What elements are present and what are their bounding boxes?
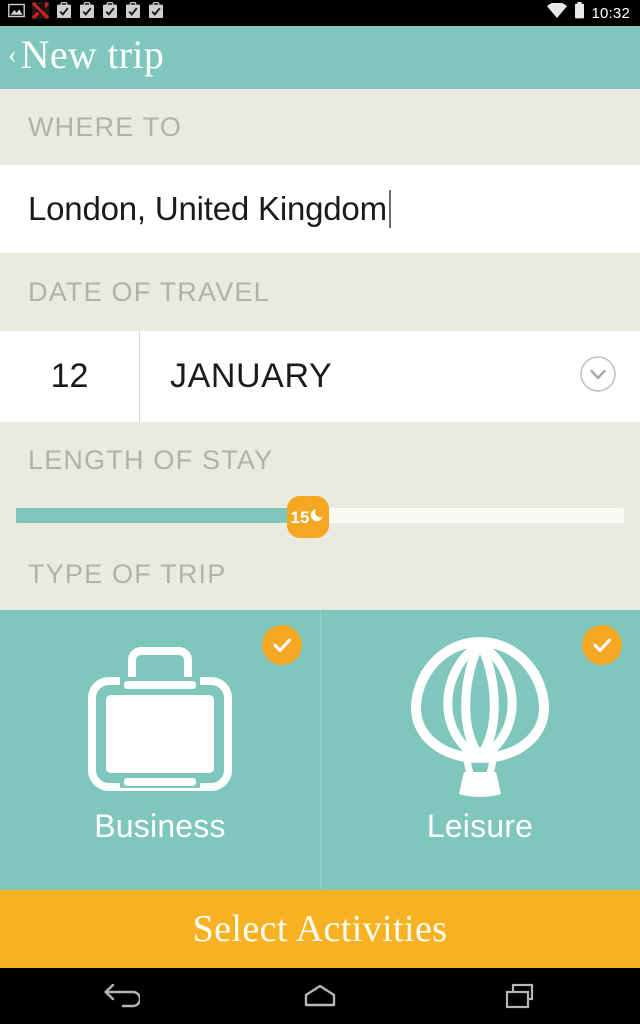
hot-air-balloon-icon xyxy=(400,632,560,802)
date-of-travel-label: DATE OF TRAVEL xyxy=(0,253,640,331)
back-arrow-icon[interactable] xyxy=(85,968,155,1024)
status-bar-notifications xyxy=(8,1,546,24)
briefcase-icon xyxy=(80,632,240,802)
page-title: New trip xyxy=(20,31,165,77)
clipboard-check-icon xyxy=(125,2,141,24)
type-of-trip-options: Business Leisure xyxy=(0,610,640,890)
clipboard-check-icon xyxy=(79,2,95,24)
slider-value: 15 xyxy=(290,507,310,527)
clipboard-check-icon xyxy=(56,2,72,24)
back-button[interactable]: ‹ xyxy=(6,41,21,74)
date-day-value[interactable]: 12 xyxy=(0,331,140,422)
clipboard-check-icon xyxy=(102,2,118,24)
slider-track-fill xyxy=(16,508,301,523)
image-icon xyxy=(8,3,25,23)
destination-value: London, United Kingdom xyxy=(28,190,387,227)
text-caret xyxy=(388,190,391,228)
destination-field[interactable]: London, United Kingdom xyxy=(0,165,640,253)
slider-thumb[interactable]: 15 xyxy=(287,496,329,538)
app-screen: 10:32 ‹ New trip WHERE TO London, United… xyxy=(0,0,640,1024)
date-of-travel-row[interactable]: 12 JANUARY xyxy=(0,331,640,422)
app-header: ‹ New trip xyxy=(0,26,640,89)
type-of-trip-label: TYPE OF TRIP xyxy=(0,538,640,610)
select-activities-button[interactable]: Select Activities xyxy=(0,890,640,968)
status-bar-system: 10:32 xyxy=(546,1,630,24)
trip-type-business[interactable]: Business xyxy=(0,610,320,890)
date-month-value[interactable]: JANUARY xyxy=(140,357,578,396)
trip-type-label: Business xyxy=(94,808,226,844)
clock-time: 10:32 xyxy=(591,4,630,22)
recents-icon[interactable] xyxy=(485,968,555,1024)
trip-type-leisure[interactable]: Leisure xyxy=(320,610,640,890)
moon-icon xyxy=(310,507,325,527)
length-of-stay-slider[interactable]: 15 xyxy=(0,496,640,538)
check-icon[interactable] xyxy=(582,625,622,665)
battery-icon xyxy=(574,2,585,24)
wifi-icon xyxy=(546,1,568,24)
home-icon[interactable] xyxy=(285,968,355,1024)
check-icon[interactable] xyxy=(262,625,302,665)
android-nav-bar xyxy=(0,968,640,1024)
trip-type-label: Leisure xyxy=(426,808,534,844)
status-bar: 10:32 xyxy=(0,0,640,26)
length-of-stay-label: LENGTH OF STAY xyxy=(0,422,640,498)
select-activities-label: Select Activities xyxy=(192,908,448,950)
app-alert-icon xyxy=(31,1,50,24)
clipboard-check-icon xyxy=(148,2,164,24)
where-to-label: WHERE TO xyxy=(0,89,640,165)
chevron-down-icon[interactable] xyxy=(578,354,618,399)
